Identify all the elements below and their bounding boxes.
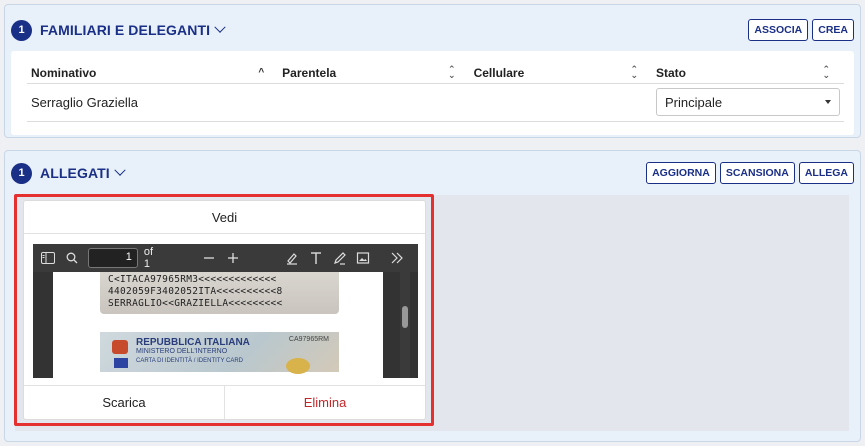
card-line: MINISTERO DELL'INTERNO (136, 348, 228, 355)
column-label: Cellulare (473, 65, 525, 80)
column-header-cellulare[interactable]: Cellulare ⌃ ⌄ (469, 63, 652, 84)
stato-select-value: Principale (665, 94, 723, 110)
card-number: CA97965RM (288, 336, 329, 343)
sort-icon: ⌃ ⌄ (448, 64, 456, 80)
pdf-scrollbar[interactable] (400, 272, 410, 378)
download-button[interactable]: Scarica (24, 386, 225, 419)
pdf-page-area[interactable]: C<ITACA97965RM3<<<<<<<<<<<<< 4402059F340… (33, 272, 418, 378)
pdf-toolbar: 1 of 1 (33, 244, 418, 272)
allegati-title[interactable]: ALLEGATI (40, 165, 110, 181)
familiari-table: Nominativo ^ Parentela ⌃ ⌄ Cellulare ⌃ ⌄ S… (27, 63, 844, 122)
view-button[interactable]: Vedi (24, 201, 425, 234)
draw-pen-icon[interactable] (331, 249, 349, 267)
highlight-pen-icon[interactable] (283, 249, 301, 267)
search-icon[interactable] (63, 249, 81, 267)
sidebar-toggle-icon[interactable] (39, 249, 57, 267)
chevron-down-icon[interactable] (214, 21, 226, 33)
cell-nominativo: Serraglio Graziella (27, 83, 279, 122)
crea-button[interactable]: CREA (812, 19, 854, 41)
attachment-actions: Scarica Elimina (24, 385, 425, 419)
zoom-out-icon[interactable] (200, 249, 218, 267)
allegati-count-badge: 1 (11, 162, 32, 184)
chevron-down-icon[interactable] (114, 164, 126, 176)
sort-asc-icon: ^ (258, 67, 265, 78)
familiari-panel: 1 FAMILIARI E DELEGANTI ASSOCIA CREA Nom… (4, 4, 861, 138)
allegati-header: 1 ALLEGATI AGGIORNA SCANSIONA ALLEGA (11, 162, 854, 184)
caret-down-icon (825, 100, 831, 104)
eu-flag-icon (114, 358, 128, 368)
familiari-header: 1 FAMILIARI E DELEGANTI ASSOCIA CREA (11, 19, 854, 41)
sort-icon: ⌃ ⌄ (822, 64, 830, 80)
column-label: Nominativo (31, 65, 97, 80)
column-header-parentela[interactable]: Parentela ⌃ ⌄ (278, 63, 470, 84)
mrz-line: 4402059F3402052ITA<<<<<<<<<<8 (108, 286, 283, 297)
page-number-input[interactable]: 1 (88, 248, 138, 268)
column-label: Parentela (282, 65, 337, 80)
cell-parentela (278, 83, 470, 122)
image-icon[interactable] (355, 249, 373, 267)
text-tool-icon[interactable] (307, 249, 325, 267)
column-header-nominativo[interactable]: Nominativo ^ (27, 63, 279, 84)
associa-button[interactable]: ASSOCIA (748, 19, 809, 41)
mrz-line: SERRAGLIO<<GRAZIELLA<<<<<<<<< (108, 298, 283, 309)
familiari-title[interactable]: FAMILIARI E DELEGANTI (40, 22, 210, 38)
column-header-stato[interactable]: Stato ⌃ ⌄ (652, 63, 844, 84)
id-card-mrz-image: C<ITACA97965RM3<<<<<<<<<<<<< 4402059F340… (100, 272, 339, 314)
mrz-line: C<ITACA97965RM3<<<<<<<<<<<<< (108, 274, 277, 285)
card-line: REPUBBLICA ITALIANA (136, 337, 250, 348)
scroll-thumb[interactable] (402, 306, 408, 328)
hologram-icon (286, 358, 310, 374)
stato-select[interactable]: Principale (656, 88, 840, 116)
cell-stato: Principale (652, 83, 844, 122)
page-count-label: of 1 (143, 246, 154, 270)
familiari-count-badge: 1 (11, 19, 32, 41)
table-row[interactable]: Serraglio Graziella Principale (27, 83, 844, 122)
aggiorna-button[interactable]: AGGIORNA (646, 162, 716, 184)
column-label: Stato (656, 65, 686, 80)
emblem-icon (112, 340, 128, 354)
cell-cellulare (469, 83, 652, 122)
id-card-front-image: REPUBBLICA ITALIANA MINISTERO DELL'INTER… (100, 332, 339, 374)
sort-icon: ⌃ ⌄ (630, 64, 638, 80)
pdf-viewer[interactable]: 1 of 1 C<ITACA97965RM3<<<<<<<<<<<<< 4402… (33, 244, 418, 378)
delete-button[interactable]: Elimina (225, 386, 425, 419)
allega-button[interactable]: ALLEGA (798, 162, 854, 184)
familiari-table-card: Nominativo ^ Parentela ⌃ ⌄ Cellulare ⌃ ⌄ S… (11, 51, 854, 135)
attachment-card: Vedi 1 of 1 C<ITACA97965RM3<<<<<<<<<<<<<… (23, 200, 426, 420)
card-line: CARTA DI IDENTITÀ / IDENTITY CARD (136, 358, 244, 364)
scansiona-button[interactable]: SCANSIONA (719, 162, 795, 184)
pdf-page: C<ITACA97965RM3<<<<<<<<<<<<< 4402059F340… (53, 272, 383, 378)
more-tools-icon[interactable] (388, 249, 406, 267)
zoom-in-icon[interactable] (224, 249, 242, 267)
